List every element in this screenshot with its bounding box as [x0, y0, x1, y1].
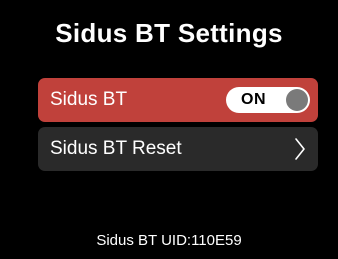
- toggle-knob: [286, 89, 308, 111]
- sidus-bt-row[interactable]: Sidus BT ON: [38, 78, 318, 122]
- page-title: Sidus BT Settings: [55, 18, 283, 48]
- chevron-right-icon: [295, 138, 305, 160]
- toggle-state-label: ON: [241, 91, 266, 108]
- sidus-bt-label: Sidus BT: [50, 89, 128, 110]
- uid-text: Sidus BT UID:110E59: [96, 232, 242, 249]
- settings-screen: Sidus BT Settings Sidus BT ON Sidus BT R…: [0, 0, 338, 259]
- sidus-bt-reset-label: Sidus BT Reset: [50, 138, 182, 159]
- sidus-bt-toggle[interactable]: ON: [226, 87, 310, 113]
- sidus-bt-reset-row[interactable]: Sidus BT Reset: [38, 127, 318, 171]
